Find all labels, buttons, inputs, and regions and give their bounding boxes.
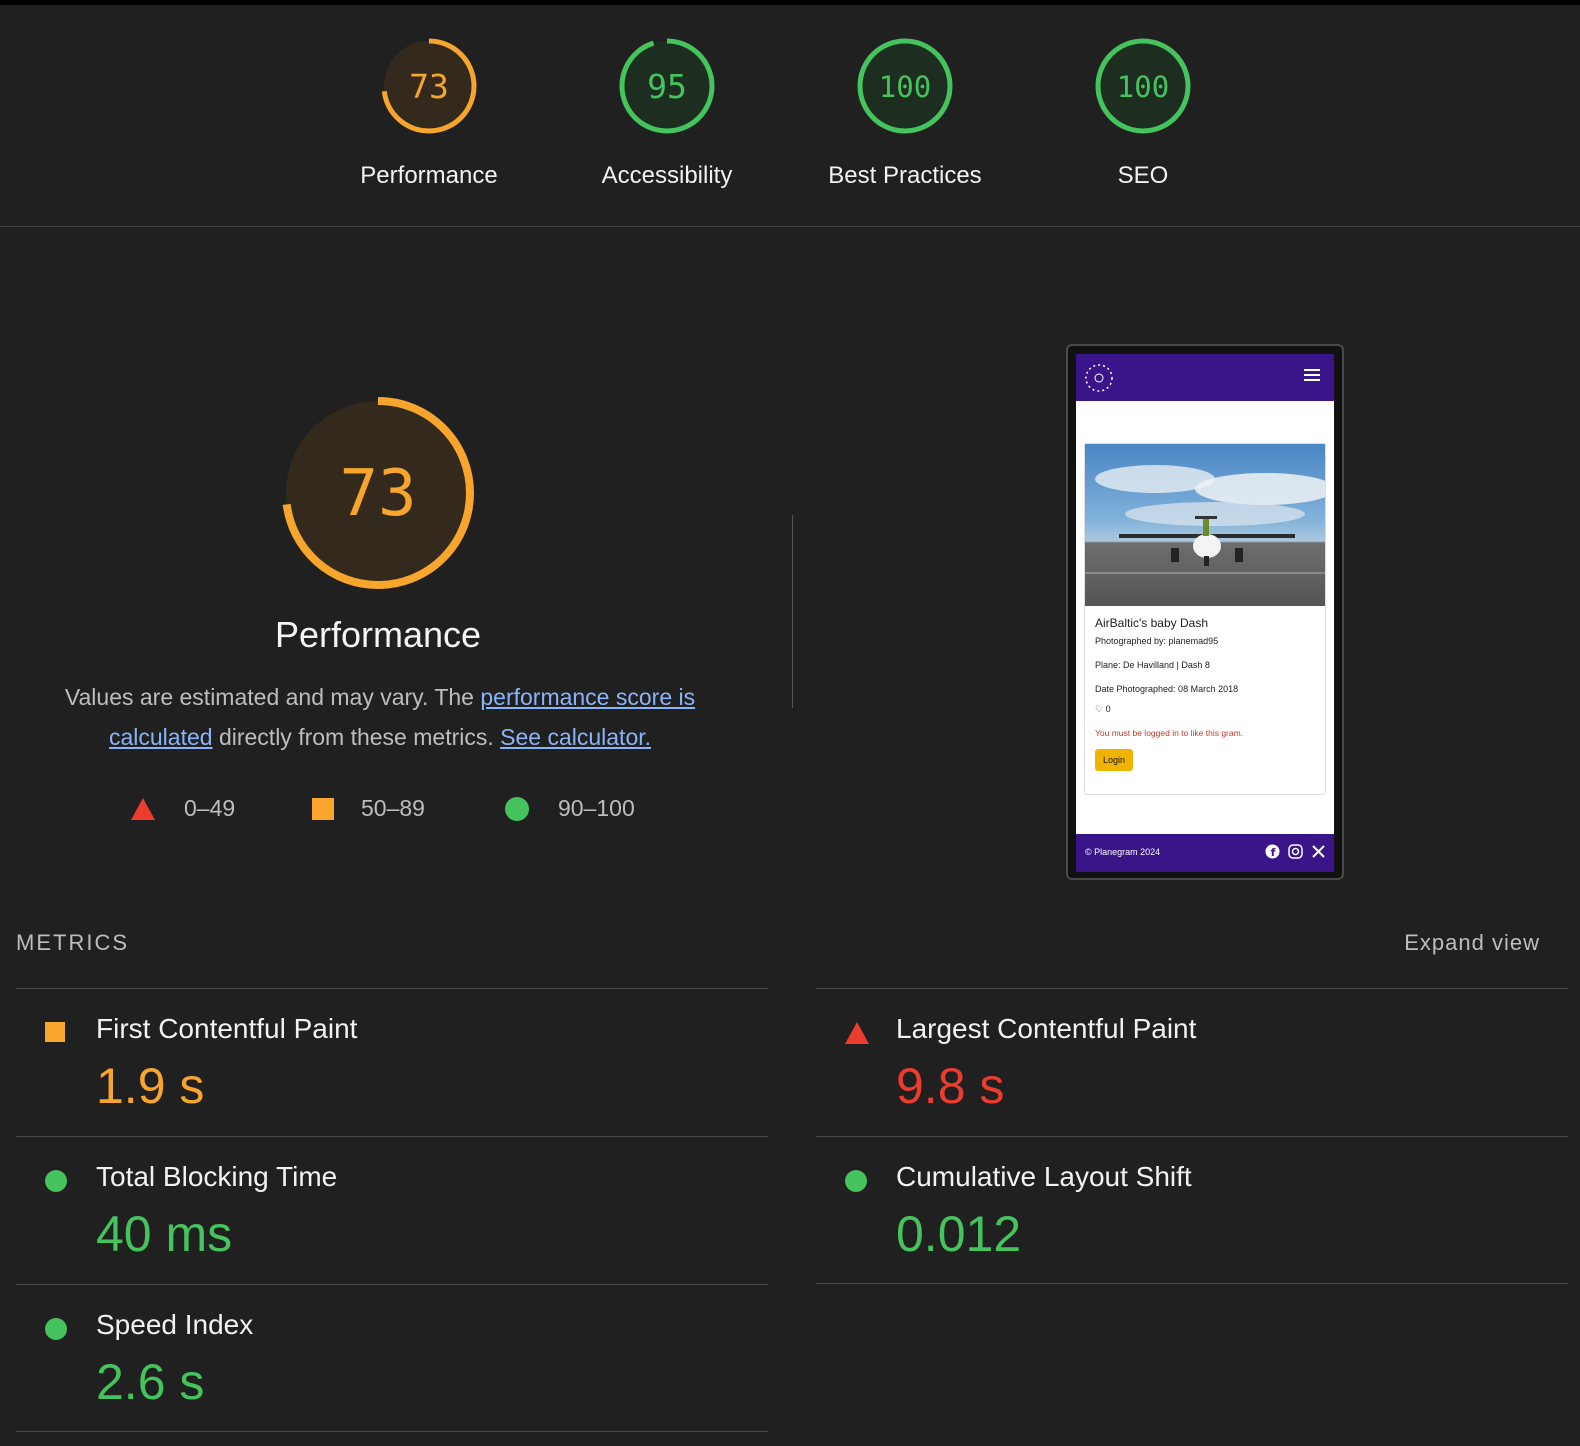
metric-name: First Contentful Paint — [96, 1013, 358, 1044]
login-button: Login — [1095, 749, 1134, 771]
gauge-seo[interactable]: 100 SEO — [1043, 36, 1243, 190]
performance-title: Performance — [274, 614, 482, 655]
category-gauges: 73 Performance 95 Accessibility 100 Best… — [0, 5, 1580, 227]
expand-view-toggle[interactable]: Expand view — [1404, 930, 1540, 956]
metric-fcp: First Contentful Paint 1.9 s — [16, 988, 768, 1135]
performance-gauge: 73 — [278, 393, 478, 593]
site-footer: © Planegram 2024 f — [1076, 834, 1334, 872]
gauge-best-practices[interactable]: 100 Best Practices — [805, 36, 1005, 190]
circle-icon — [45, 1170, 67, 1192]
planegram-logo-icon — [1085, 364, 1113, 392]
performance-description: Values are estimated and may vary. The p… — [40, 677, 720, 757]
triangle-icon — [131, 797, 155, 820]
airplane-photo — [1085, 444, 1325, 606]
site-header — [1076, 354, 1334, 401]
metric-name: Largest Contentful Paint — [896, 1013, 1197, 1044]
copyright: © Planegram 2024 — [1085, 847, 1161, 857]
menu-icon — [1304, 369, 1320, 381]
desc-text: Values are estimated and may vary. The — [64, 684, 474, 710]
gauge-score: 95 — [647, 67, 687, 106]
metric-name: Speed Index — [96, 1309, 254, 1340]
gauge-score: 100 — [879, 70, 931, 104]
metric-tbt: Total Blocking Time 40 ms — [16, 1136, 768, 1283]
gauge-label: Accessibility — [601, 162, 733, 189]
metric-name: Cumulative Layout Shift — [896, 1161, 1192, 1192]
circle-icon — [45, 1318, 67, 1340]
legend-pass: 90–100 — [504, 795, 635, 822]
desc-text: directly from these metrics. — [218, 724, 494, 750]
triangle-icon — [845, 1022, 869, 1044]
metric-value: 40 ms — [96, 1206, 233, 1262]
legend-range: 0–49 — [184, 795, 236, 821]
circle-icon — [505, 796, 529, 821]
x-icon — [1312, 845, 1325, 858]
performance-score: 73 — [339, 457, 416, 531]
gram-card: AirBaltic's baby Dash Photographed by: p… — [1084, 443, 1326, 795]
metric-value: 9.8 s — [896, 1058, 1005, 1114]
final-screenshot[interactable]: AirBaltic's baby Dash Photographed by: p… — [1066, 344, 1344, 880]
metric-cls: Cumulative Layout Shift 0.012 — [816, 1136, 1568, 1283]
login-warning: You must be logged in to like this gram. — [1095, 728, 1244, 738]
gauge-label: Best Practices — [828, 162, 982, 189]
gauge-accessibility[interactable]: 95 Accessibility — [567, 36, 767, 190]
metric-speed-index: Speed Index 2.6 s — [16, 1284, 768, 1431]
metric-value: 1.9 s — [96, 1058, 205, 1114]
facebook-icon: f — [1265, 844, 1280, 859]
square-icon — [312, 797, 334, 820]
legend-average: 50–89 — [311, 795, 425, 822]
gram-photographer: Photographed by: planemad95 — [1095, 636, 1219, 646]
svg-text:f: f — [1271, 846, 1276, 859]
metrics-heading: METRICS — [16, 930, 129, 955]
gauge-label: Performance — [360, 162, 498, 189]
like-count: 0 — [1105, 704, 1111, 714]
square-icon — [45, 1022, 65, 1042]
divider — [792, 515, 793, 708]
gauge-ring: 100 — [1095, 38, 1191, 134]
gauge-label: SEO — [1117, 162, 1169, 189]
screenshot-page: AirBaltic's baby Dash Photographed by: p… — [1076, 354, 1334, 872]
gauge-score: 100 — [1117, 70, 1169, 104]
see-calculator-link[interactable]: See calculator. — [500, 724, 651, 750]
gram-likes: ♡ 0 — [1095, 704, 1325, 715]
metric-lcp: Largest Contentful Paint 9.8 s — [816, 988, 1568, 1135]
instagram-icon — [1288, 844, 1303, 859]
gauge-performance[interactable]: 73 Performance — [329, 36, 529, 190]
gram-plane: Plane: De Havilland | Dash 8 — [1095, 660, 1210, 670]
gauge-score: 73 — [409, 67, 449, 106]
divider — [16, 1431, 768, 1432]
metric-value: 0.012 — [896, 1206, 1022, 1262]
legend-range: 90–100 — [558, 795, 635, 821]
legend-fail: 0–49 — [130, 795, 235, 822]
divider — [816, 1283, 1568, 1284]
gauge-ring: 73 — [381, 38, 477, 134]
social-links: f — [1265, 844, 1326, 859]
heart-icon: ♡ — [1095, 704, 1104, 714]
metric-name: Total Blocking Time — [96, 1161, 338, 1192]
gram-date: Date Photographed: 08 March 2018 — [1095, 684, 1239, 694]
gauge-ring: 100 — [857, 38, 953, 134]
gauge-ring: 95 — [619, 38, 715, 134]
circle-icon — [845, 1170, 867, 1192]
gram-title: AirBaltic's baby Dash — [1095, 616, 1209, 630]
metric-value: 2.6 s — [96, 1354, 205, 1410]
legend-range: 50–89 — [361, 795, 425, 821]
